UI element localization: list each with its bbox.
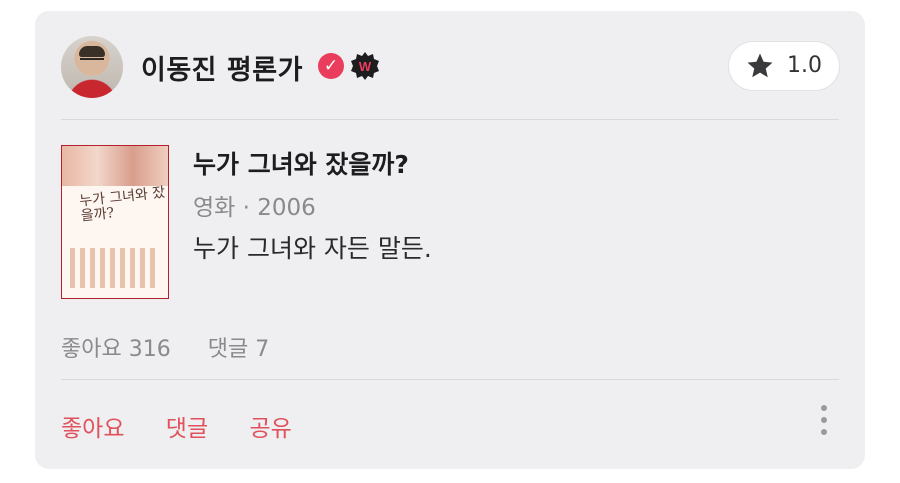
rating-value: 1.0: [787, 53, 822, 78]
author-avatar[interactable]: [61, 36, 123, 98]
rating-pill[interactable]: 1.0: [729, 42, 839, 90]
like-button[interactable]: 좋아요: [61, 416, 124, 442]
card-header: 이동진 평론가 ✓ W 1.0: [61, 36, 839, 98]
movie-title[interactable]: 누가 그녀와 잤을까?: [193, 145, 409, 181]
brand-badge-letter: W: [359, 59, 372, 74]
star-icon: [747, 53, 773, 78]
poster-artwork-top: [62, 146, 168, 186]
avatar-hair: [79, 46, 105, 57]
comments-count: 댓글 7: [207, 337, 270, 362]
check-badge-icon: ✓: [318, 53, 344, 79]
review-card: 이동진 평론가 ✓ W 1.0 누가 그녀와 잤을까? 누가 그녀와 잤을까? …: [35, 11, 865, 469]
review-stats: 좋아요 316 댓글 7: [61, 331, 299, 363]
divider-top: [61, 119, 839, 120]
action-bar: 좋아요 댓글 공유: [61, 409, 326, 443]
poster-title-text: 누가 그녀와 잤을까?: [78, 184, 166, 225]
author-name[interactable]: 이동진 평론가: [141, 48, 303, 87]
divider-bottom: [61, 379, 839, 380]
poster-artwork-bottom: [70, 248, 160, 288]
movie-meta: 영화 · 2006: [193, 195, 316, 221]
brand-badge-icon: W: [351, 52, 379, 80]
likes-count: 좋아요 316: [61, 337, 171, 362]
avatar-glasses: [80, 58, 104, 66]
more-vertical-icon[interactable]: [819, 405, 829, 441]
review-text: 누가 그녀와 자든 말든.: [193, 234, 432, 263]
share-button[interactable]: 공유: [249, 416, 291, 442]
comment-button[interactable]: 댓글: [166, 416, 208, 442]
movie-poster[interactable]: 누가 그녀와 잤을까?: [61, 145, 169, 299]
